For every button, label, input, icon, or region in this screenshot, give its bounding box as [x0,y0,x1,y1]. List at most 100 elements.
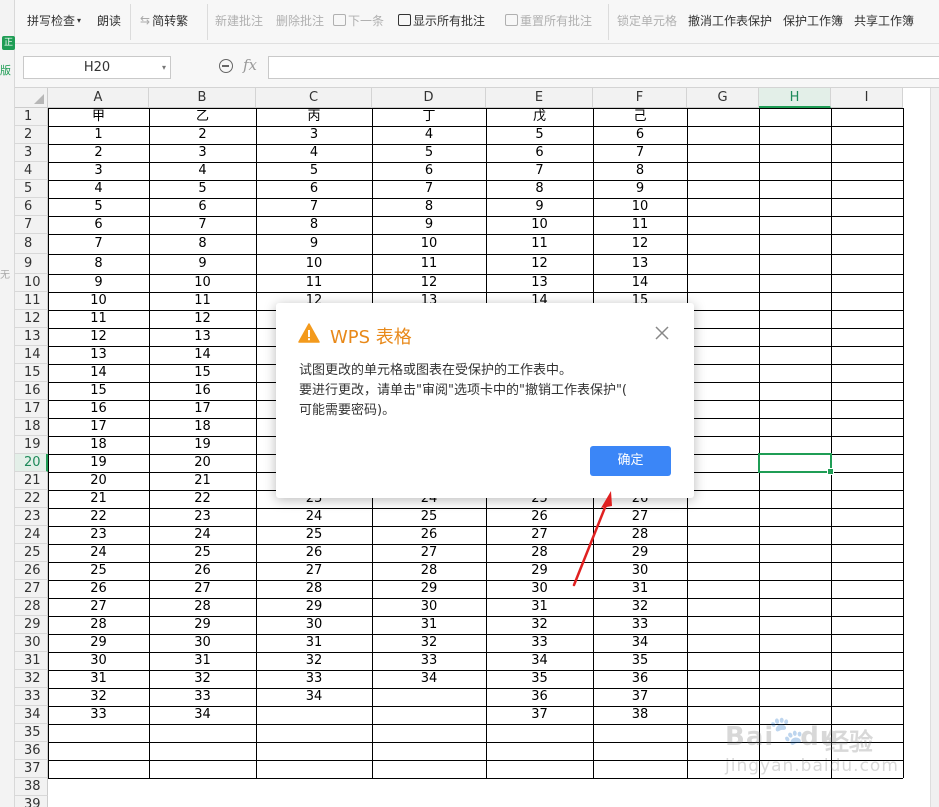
cell-b31[interactable]: 31 [149,652,256,670]
simp-trad-button[interactable]: ⇆ 简转繁 [140,11,188,29]
cell-f26[interactable]: 30 [593,562,687,580]
cell-a17[interactable]: 16 [48,400,149,418]
cell-a18[interactable]: 17 [48,418,149,436]
row-header-22[interactable]: 22 [15,490,48,508]
cell-f34[interactable]: 38 [593,706,687,724]
lock-cell-button[interactable]: 锁定单元格 [617,11,677,29]
cell-f1[interactable]: 己 [593,108,687,126]
cell-c30[interactable]: 31 [256,634,372,652]
cell-c26[interactable]: 27 [256,562,372,580]
row-header-13[interactable]: 13 [15,328,48,346]
cell-b26[interactable]: 26 [149,562,256,580]
row-header-21[interactable]: 21 [15,472,48,490]
cell-a16[interactable]: 15 [48,382,149,400]
row-header-4[interactable]: 4 [15,162,48,180]
cell-f8[interactable]: 12 [593,234,687,254]
cell-c25[interactable]: 26 [256,544,372,562]
cell-d27[interactable]: 29 [372,580,486,598]
cell-b17[interactable]: 17 [149,400,256,418]
cell-b4[interactable]: 4 [149,162,256,180]
cell-d6[interactable]: 8 [372,198,486,216]
column-header-f[interactable]: F [593,88,687,108]
cell-d23[interactable]: 25 [372,508,486,526]
row-header-16[interactable]: 16 [15,382,48,400]
cell-b5[interactable]: 5 [149,180,256,198]
protect-workbook-button[interactable]: 保护工作簿 [783,11,843,29]
row-header-5[interactable]: 5 [15,180,48,198]
cell-a25[interactable]: 24 [48,544,149,562]
cell-b11[interactable]: 11 [149,292,256,310]
row-header-30[interactable]: 30 [15,634,48,652]
cell-c24[interactable]: 25 [256,526,372,544]
cell-a33[interactable]: 32 [48,688,149,706]
row-header-34[interactable]: 34 [15,706,48,724]
cell-c28[interactable]: 29 [256,598,372,616]
cell-d32[interactable]: 34 [372,670,486,688]
cell-c8[interactable]: 9 [256,234,372,254]
cell-c23[interactable]: 24 [256,508,372,526]
cell-a24[interactable]: 23 [48,526,149,544]
cell-f4[interactable]: 8 [593,162,687,180]
cell-b6[interactable]: 6 [149,198,256,216]
cell-d24[interactable]: 26 [372,526,486,544]
cell-a12[interactable]: 11 [48,310,149,328]
reset-all-comments-button[interactable]: 重置所有批注 [505,11,592,29]
show-all-comments-button[interactable]: 显示所有批注 [398,11,485,29]
row-header-2[interactable]: 2 [15,126,48,144]
column-header-a[interactable]: A [48,88,149,108]
cell-e30[interactable]: 33 [486,634,593,652]
cell-a28[interactable]: 27 [48,598,149,616]
row-header-19[interactable]: 19 [15,436,48,454]
cell-c27[interactable]: 28 [256,580,372,598]
cell-f25[interactable]: 29 [593,544,687,562]
cell-a1[interactable]: 甲 [48,108,149,126]
cell-a14[interactable]: 13 [48,346,149,364]
cell-f30[interactable]: 34 [593,634,687,652]
cell-d26[interactable]: 28 [372,562,486,580]
cell-b9[interactable]: 9 [149,254,256,274]
row-header-29[interactable]: 29 [15,616,48,634]
cell-e33[interactable]: 36 [486,688,593,706]
cell-e23[interactable]: 26 [486,508,593,526]
cell-c3[interactable]: 4 [256,144,372,162]
cell-c9[interactable]: 10 [256,254,372,274]
ok-button[interactable]: 确定 [590,446,671,476]
cell-a3[interactable]: 2 [48,144,149,162]
cell-c5[interactable]: 6 [256,180,372,198]
cell-d5[interactable]: 7 [372,180,486,198]
row-header-33[interactable]: 33 [15,688,48,706]
cell-b7[interactable]: 7 [149,216,256,234]
cell-a6[interactable]: 5 [48,198,149,216]
cell-e9[interactable]: 12 [486,254,593,274]
row-header-25[interactable]: 25 [15,544,48,562]
row-header-24[interactable]: 24 [15,526,48,544]
read-aloud-button[interactable]: 朗读 [97,11,121,29]
cell-f28[interactable]: 32 [593,598,687,616]
cell-b25[interactable]: 25 [149,544,256,562]
cell-b10[interactable]: 10 [149,274,256,292]
row-header-36[interactable]: 36 [15,742,48,760]
cell-d31[interactable]: 33 [372,652,486,670]
unprotect-sheet-button[interactable]: 撤消工作表保护 [688,11,772,29]
cell-f32[interactable]: 36 [593,670,687,688]
column-header-b[interactable]: B [149,88,256,108]
row-header-35[interactable]: 35 [15,724,48,742]
cell-d3[interactable]: 5 [372,144,486,162]
cell-f33[interactable]: 37 [593,688,687,706]
cell-d28[interactable]: 30 [372,598,486,616]
cell-e3[interactable]: 6 [486,144,593,162]
row-header-6[interactable]: 6 [15,198,48,216]
cell-f2[interactable]: 6 [593,126,687,144]
cell-e6[interactable]: 9 [486,198,593,216]
row-header-11[interactable]: 11 [15,292,48,310]
row-header-1[interactable]: 1 [15,108,48,126]
cell-a15[interactable]: 14 [48,364,149,382]
delete-comment-button[interactable]: 删除批注 [276,11,324,29]
formula-input[interactable] [268,56,939,79]
cell-a8[interactable]: 7 [48,234,149,254]
cell-e27[interactable]: 30 [486,580,593,598]
cell-a9[interactable]: 8 [48,254,149,274]
cell-b16[interactable]: 16 [149,382,256,400]
cell-e5[interactable]: 8 [486,180,593,198]
zoom-out-icon[interactable] [219,59,233,73]
